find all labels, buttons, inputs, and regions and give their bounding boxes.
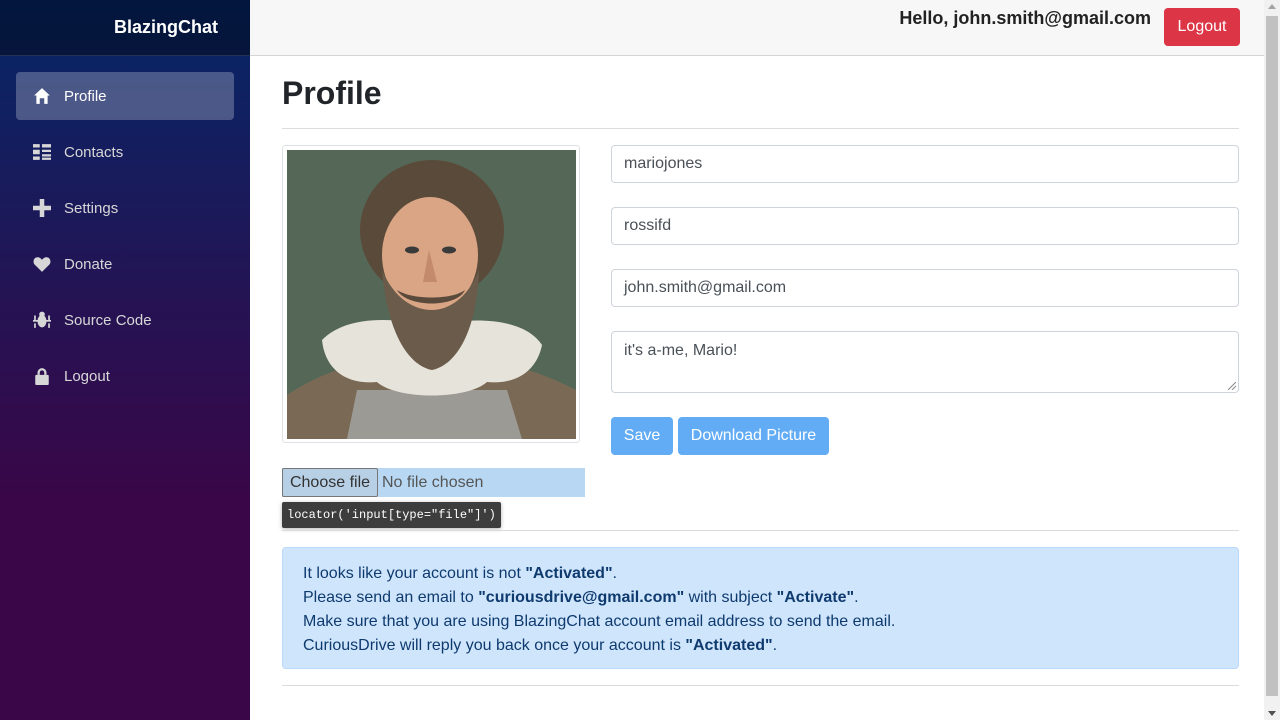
main-content: Profile Choose file No file chosen locat… <box>282 56 1239 686</box>
sidebar-item-logout[interactable]: Logout <box>16 352 234 400</box>
activation-alert: It looks like your account is not "Activ… <box>282 547 1239 669</box>
choose-file-button[interactable]: Choose file <box>282 468 378 497</box>
alert-line-3: Make sure that you are using BlazingChat… <box>303 613 896 630</box>
scroll-up-arrow-icon[interactable] <box>1268 4 1276 9</box>
logout-button[interactable]: Logout <box>1164 8 1240 46</box>
sidebar-item-profile[interactable]: Profile <box>16 72 234 120</box>
profile-picture-frame <box>282 145 580 443</box>
save-button[interactable]: Save <box>611 417 673 455</box>
file-status-text: No file chosen <box>382 473 484 491</box>
lock-icon <box>32 366 52 386</box>
sidebar-item-donate[interactable]: Donate <box>16 240 234 288</box>
divider <box>282 685 1239 686</box>
home-icon <box>32 86 52 106</box>
file-input[interactable]: Choose file No file chosen <box>282 468 585 497</box>
last-name-value: rossifd <box>624 217 672 234</box>
page-title: Profile <box>282 75 382 111</box>
scroll-thumb[interactable] <box>1266 16 1278 696</box>
brand-bar: BlazingChat <box>0 0 250 56</box>
bug-icon <box>32 310 52 330</box>
plus-icon <box>32 198 52 218</box>
about-textarea[interactable]: it's a-me, Mario! <box>611 331 1239 393</box>
list-icon <box>32 142 52 162</box>
email-field[interactable]: john.smith@gmail.com <box>611 269 1239 307</box>
scroll-down-arrow-icon[interactable] <box>1268 711 1276 716</box>
first-name-value: mariojones <box>624 155 703 172</box>
about-value: it's a-me, Mario! <box>624 342 738 359</box>
brand-logo[interactable]: BlazingChat <box>114 17 218 38</box>
email-value: john.smith@gmail.com <box>624 279 787 296</box>
resize-handle-icon[interactable] <box>1228 382 1236 390</box>
divider <box>282 128 1239 129</box>
alert-line-2: Please send an email to "curiousdrive@gm… <box>303 589 859 606</box>
sidebar-item-label: Settings <box>64 199 119 217</box>
heart-icon <box>32 254 52 274</box>
sidebar-item-source-code[interactable]: Source Code <box>16 296 234 344</box>
alert-line-4: CuriousDrive will reply you back once yo… <box>303 637 778 654</box>
locator-tooltip: locator('input[type="file"]') <box>282 502 501 528</box>
greeting-text: Hello, john.smith@gmail.com <box>899 8 1151 28</box>
sidebar-item-label: Contacts <box>64 143 124 161</box>
sidebar-item-label: Logout <box>64 367 110 385</box>
sidebar: BlazingChat Profile Contacts Settings Do… <box>0 0 250 720</box>
sidebar-item-label: Profile <box>64 87 107 105</box>
divider <box>282 530 1239 531</box>
page-scrollbar[interactable] <box>1264 0 1280 720</box>
top-bar: Hello, john.smith@gmail.com Logout <box>250 0 1264 56</box>
download-picture-button[interactable]: Download Picture <box>678 417 829 455</box>
sidebar-item-label: Source Code <box>64 311 152 329</box>
sidebar-item-settings[interactable]: Settings <box>16 184 234 232</box>
profile-picture <box>287 150 576 439</box>
alert-line-1: It looks like your account is not "Activ… <box>303 565 617 582</box>
sidebar-nav: Profile Contacts Settings Donate Source … <box>0 56 250 424</box>
sidebar-item-contacts[interactable]: Contacts <box>16 128 234 176</box>
sidebar-item-label: Donate <box>64 255 113 273</box>
first-name-field[interactable]: mariojones <box>611 145 1239 183</box>
last-name-field[interactable]: rossifd <box>611 207 1239 245</box>
